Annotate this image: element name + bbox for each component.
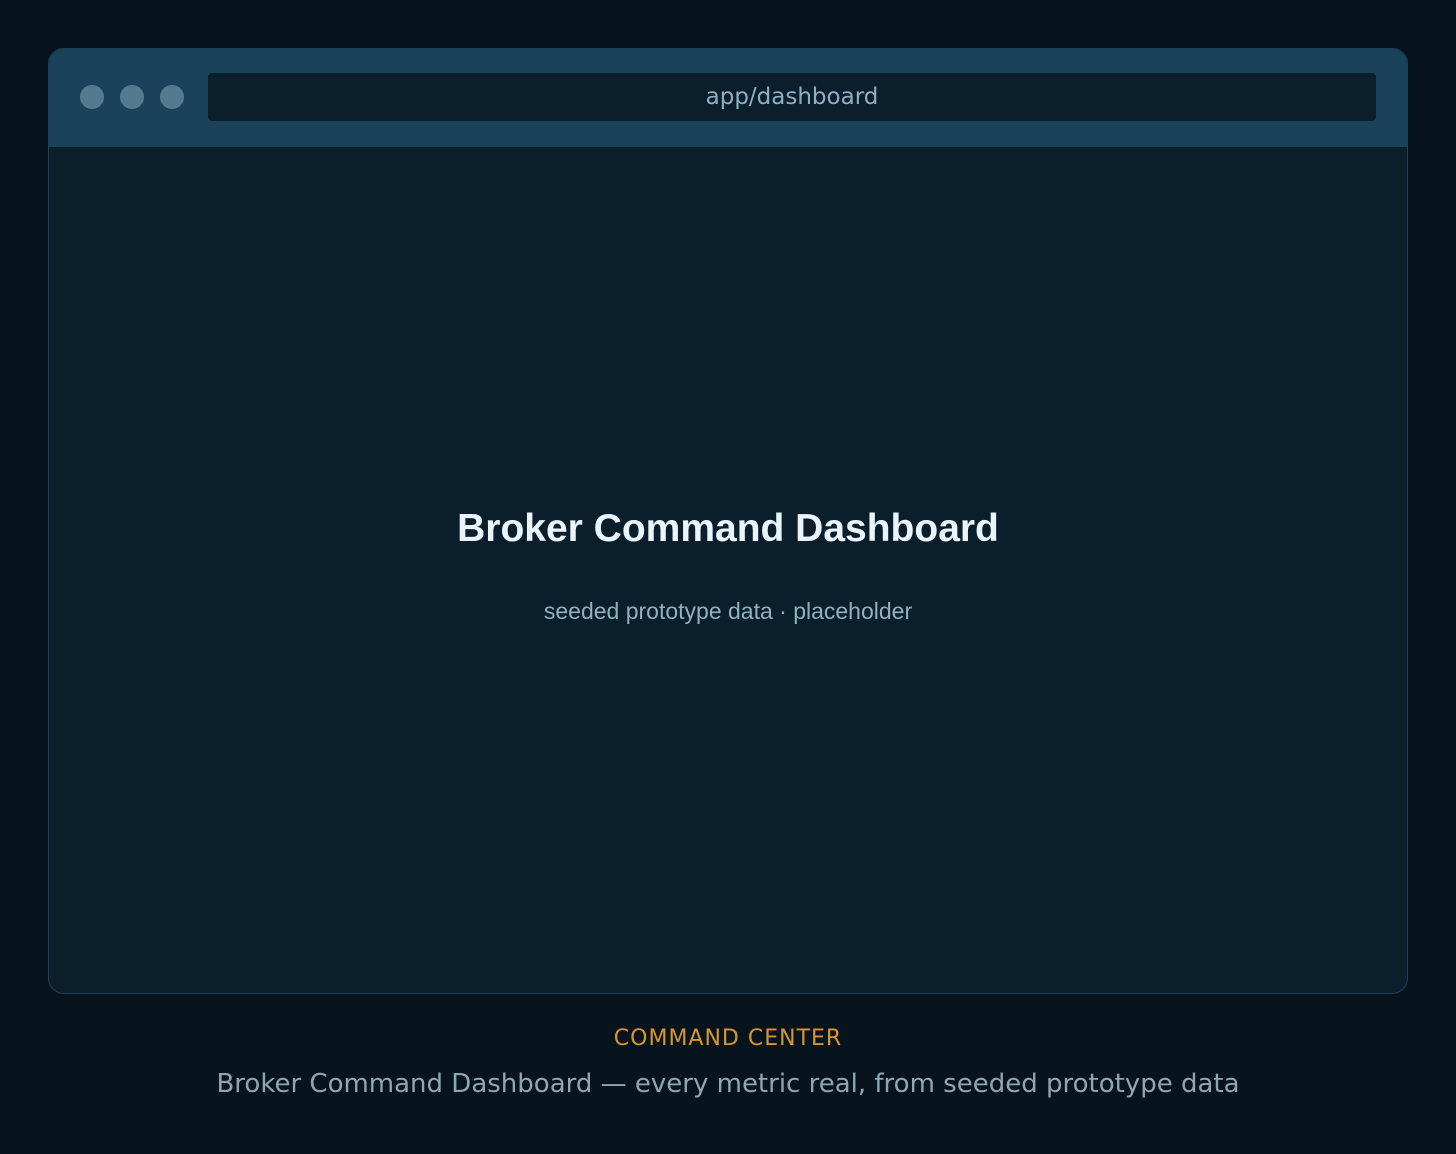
page-content: Broker Command Dashboard seeded prototyp… xyxy=(49,147,1407,993)
minimize-dot[interactable] xyxy=(120,85,144,109)
close-dot[interactable] xyxy=(80,85,104,109)
address-bar[interactable]: app/dashboard xyxy=(208,73,1376,121)
page-subtitle: seeded prototype data · placeholder xyxy=(543,598,913,624)
caption-label: COMMAND CENTER xyxy=(613,1026,843,1051)
browser-window: app/dashboard Broker Command Dashboard s… xyxy=(48,48,1408,994)
page-title: Broker Command Dashboard xyxy=(457,507,999,550)
maximize-dot[interactable] xyxy=(160,85,184,109)
caption-text: Broker Command Dashboard — every metric … xyxy=(216,1069,1240,1099)
window-titlebar: app/dashboard xyxy=(49,49,1407,147)
